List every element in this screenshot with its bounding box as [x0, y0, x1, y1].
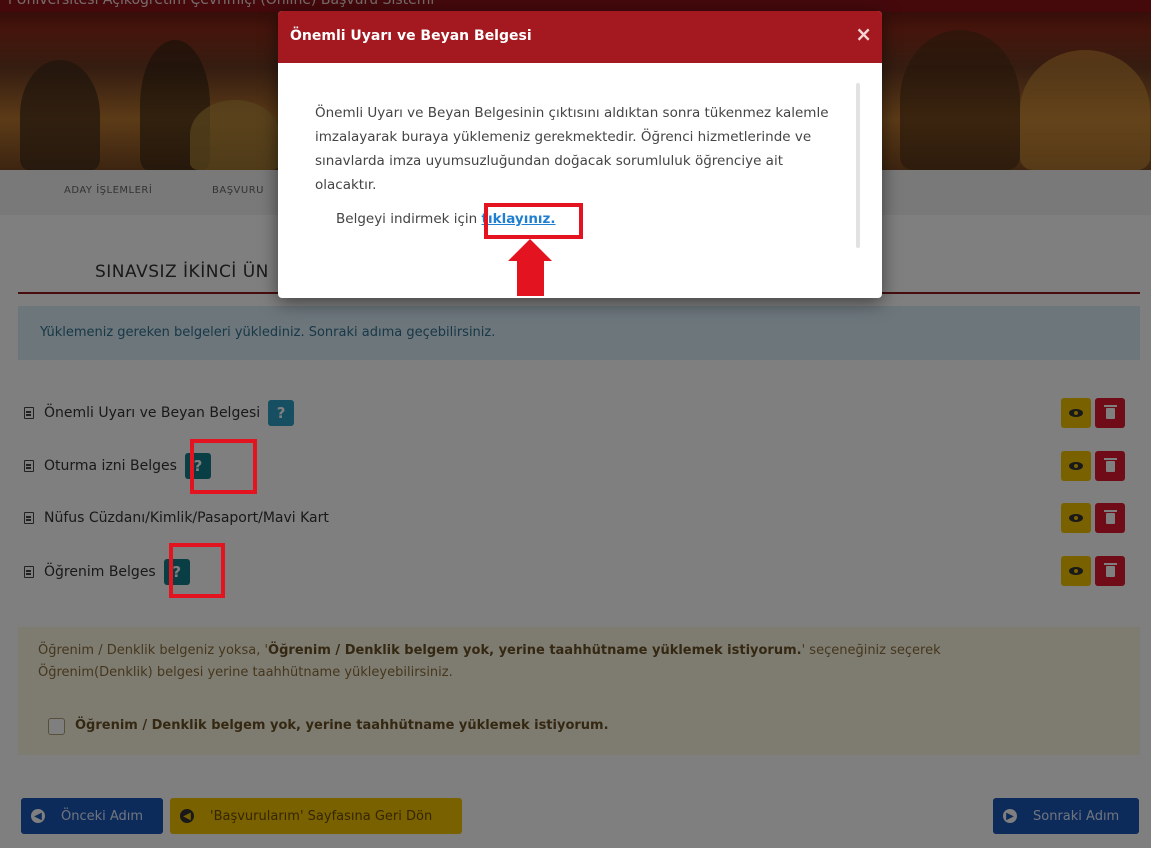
warning-modal: Önemli Uyarı ve Beyan Belgesi × Önemli U… [278, 11, 882, 298]
download-prefix: Belgeyi indirmek için [336, 211, 478, 227]
modal-header: Önemli Uyarı ve Beyan Belgesi × [278, 11, 882, 63]
modal-scrollbar[interactable] [856, 83, 860, 248]
modal-title: Önemli Uyarı ve Beyan Belgesi [290, 28, 532, 44]
close-icon[interactable]: × [855, 24, 872, 44]
annotation-highlight [484, 203, 583, 239]
annotation-highlight [190, 439, 257, 494]
annotation-arrow-shaft [517, 258, 544, 296]
modal-body: Önemli Uyarı ve Beyan Belgesinin çıktısı… [315, 105, 829, 193]
annotation-highlight [169, 543, 225, 598]
